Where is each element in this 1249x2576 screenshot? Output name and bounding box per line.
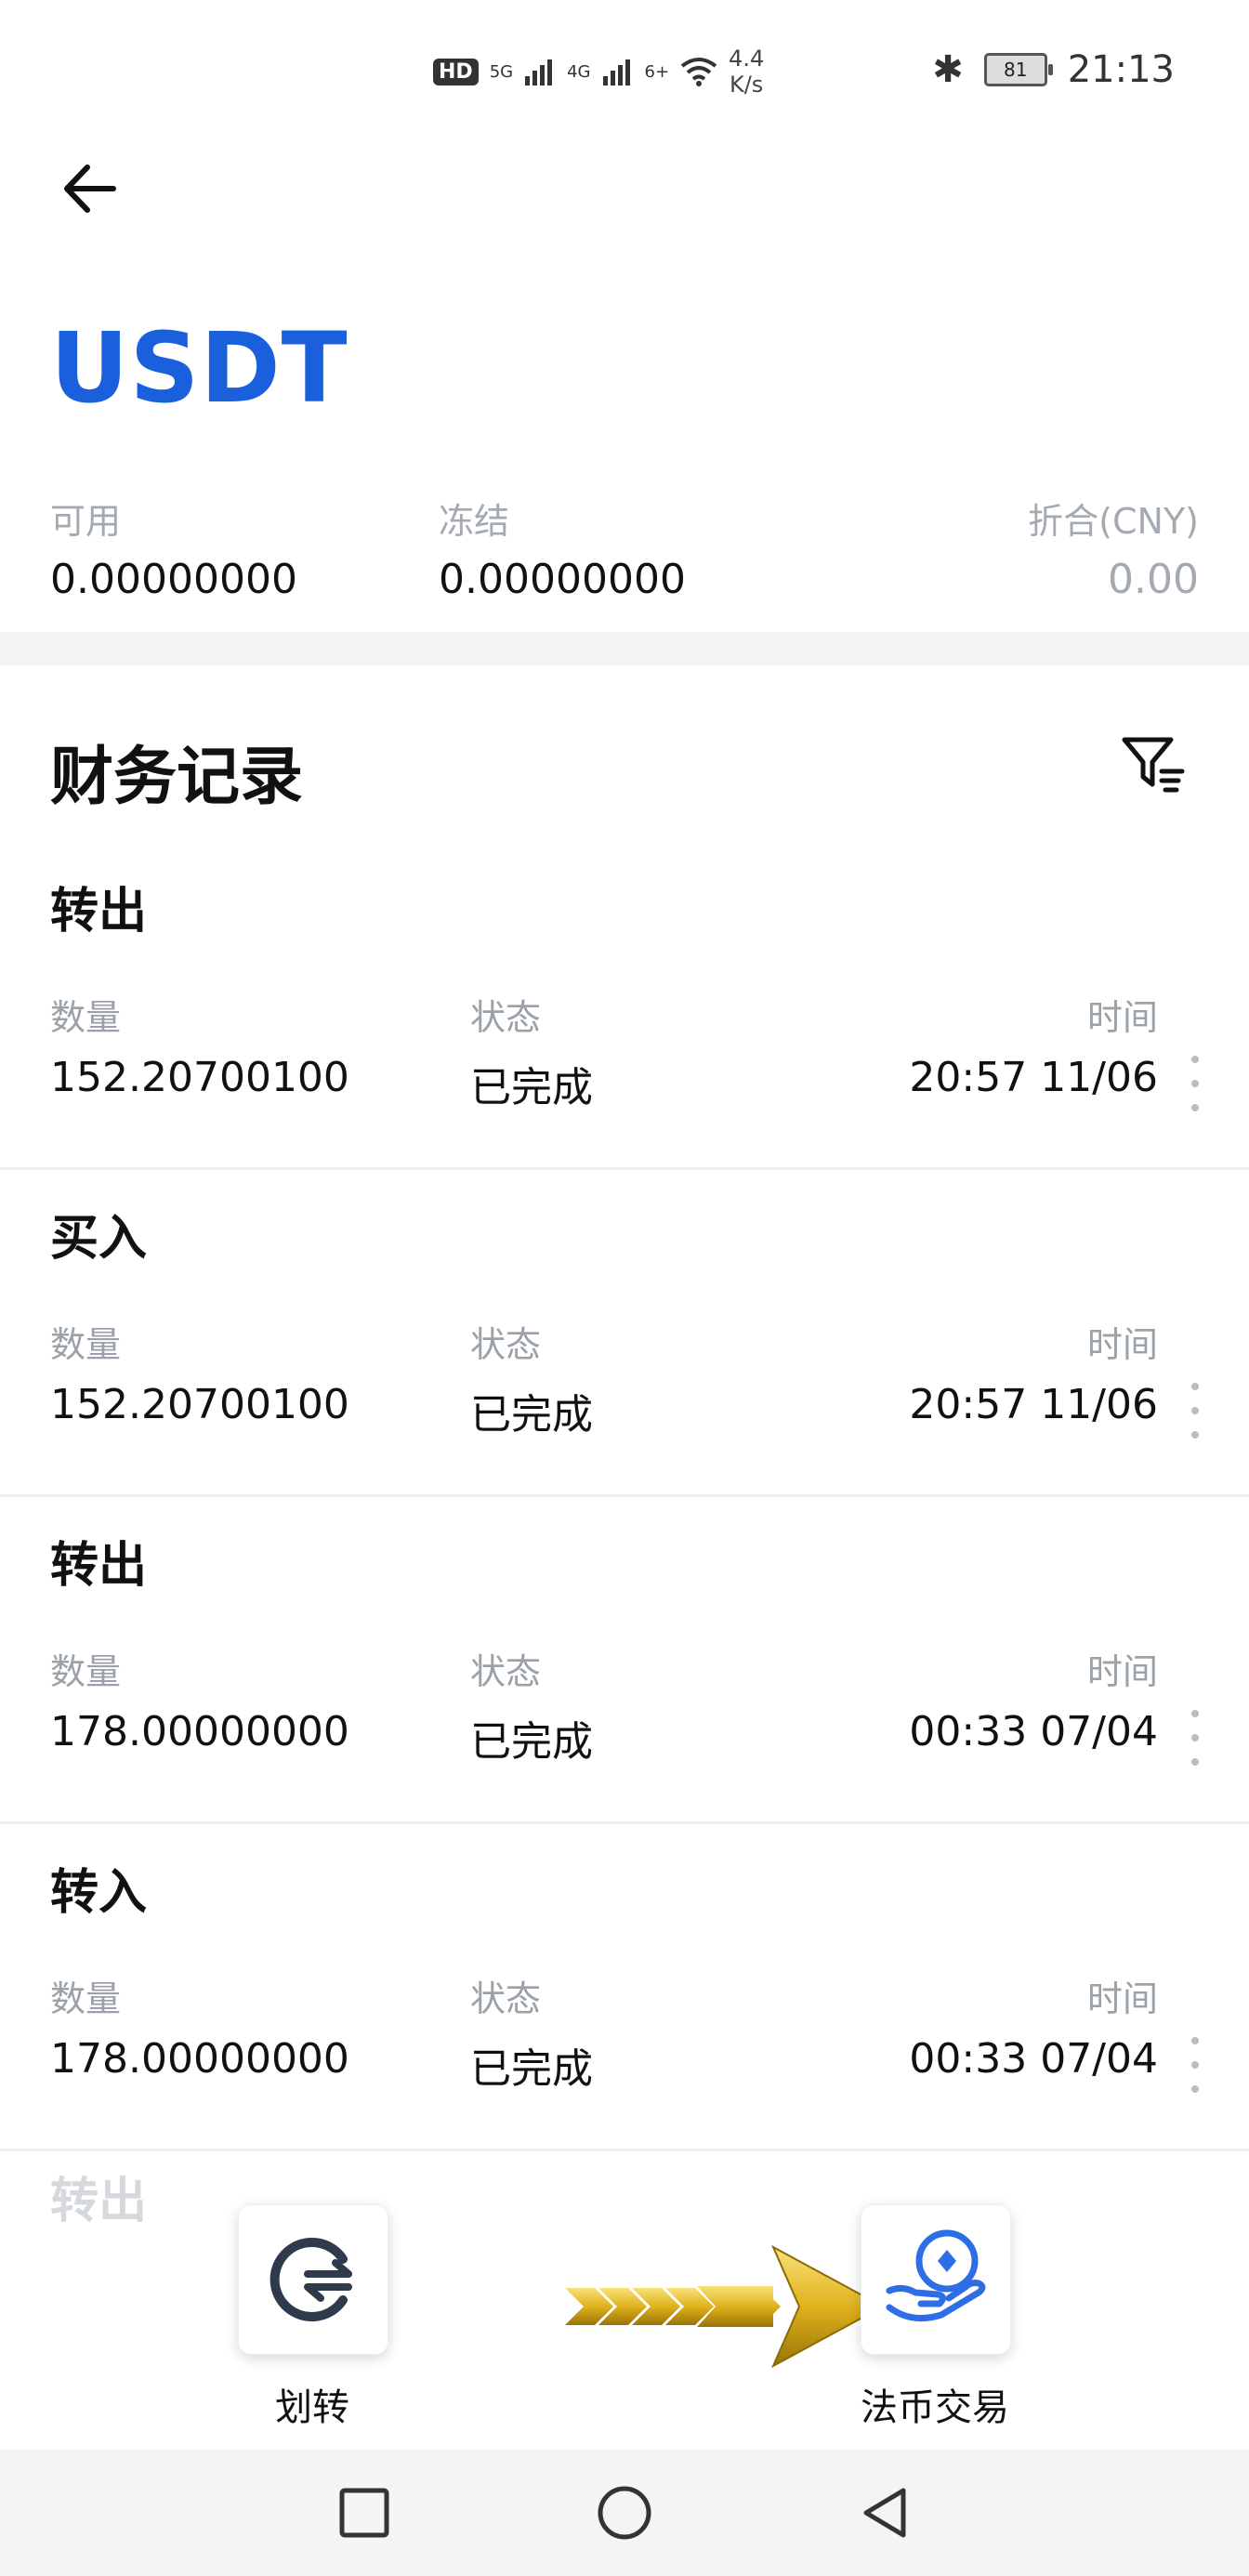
status-value: 已完成 [470, 1064, 593, 1111]
transfer-button[interactable] [238, 2204, 388, 2355]
record-type: 转入 [50, 1865, 148, 1921]
available-label: 可用 [50, 501, 122, 542]
speed-value: 4.4 [729, 46, 765, 72]
quantity-label: 数量 [50, 1324, 122, 1365]
time-label: 时间 [1086, 1324, 1158, 1365]
page-title: USDT [50, 311, 348, 425]
system-nav-bar [0, 2450, 1249, 2576]
quantity-label: 数量 [50, 997, 122, 1038]
status-value: 已完成 [470, 1391, 593, 1439]
time-value: 00:33 07/04 [909, 1708, 1158, 1755]
frozen-value: 0.00000000 [439, 556, 686, 603]
status-value: 已完成 [470, 1718, 593, 1766]
time-label: 时间 [1086, 1651, 1158, 1692]
status-label: 状态 [470, 997, 542, 1038]
back-icon[interactable] [857, 2485, 913, 2541]
converted-value: 0.00 [1108, 556, 1199, 603]
quantity-label: 数量 [50, 1978, 122, 2019]
status-label: 状态 [470, 1978, 542, 2019]
status-value: 已完成 [470, 2045, 593, 2093]
quantity-value: 178.00000000 [50, 1708, 349, 1755]
network-speed: 4.4 K/s [729, 46, 764, 98]
record-type: 转出 [50, 1538, 148, 1594]
quantity-label: 数量 [50, 1651, 122, 1692]
hd-badge: HD [433, 58, 479, 85]
speed-unit: K/s [729, 72, 764, 98]
signal-icon-2 [602, 59, 630, 85]
transfer-label[interactable]: 划转 [191, 2377, 433, 2431]
filter-icon[interactable] [1121, 730, 1186, 795]
status-right: ✱ 81 21:13 [932, 48, 1175, 91]
record-type: 转出 [50, 884, 148, 940]
available-value: 0.00000000 [50, 556, 297, 603]
fiat-trade-label[interactable]: 法币交易 [814, 2377, 1056, 2431]
status-bar: HD 5G 4G 6+ 4.4 K/s ✱ 81 21:13 [0, 0, 1249, 139]
wifi-label: 6+ [644, 61, 670, 82]
record-item[interactable]: 转出 数量 152.20700100 状态 已完成 时间 20:57 11/06 [0, 840, 1249, 1170]
battery-icon: 81 [983, 53, 1053, 86]
status-label: 状态 [470, 1324, 542, 1365]
back-arrow-icon[interactable] [56, 156, 130, 221]
sim1-label: 5G [489, 61, 514, 82]
quantity-value: 178.00000000 [50, 2035, 349, 2083]
time-label: 时间 [1086, 1978, 1158, 2019]
pointer-arrow-icon [565, 2244, 886, 2369]
signal-icon [525, 59, 553, 85]
sim2-label: 4G [567, 61, 591, 82]
section-divider [0, 632, 1249, 665]
status-label: 状态 [470, 1651, 542, 1692]
time-value: 20:57 11/06 [909, 1054, 1158, 1101]
bluetooth-icon: ✱ [932, 48, 964, 91]
more-options-icon[interactable] [1182, 1710, 1208, 1766]
time-value: 20:57 11/06 [909, 1381, 1158, 1428]
network-indicators: HD 5G 4G 6+ 4.4 K/s [433, 43, 764, 100]
records-title: 财务记录 [50, 741, 304, 814]
quantity-value: 152.20700100 [50, 1381, 349, 1428]
time-label: 时间 [1086, 997, 1158, 1038]
record-item[interactable]: 转出 数量 178.00000000 状态 已完成 时间 00:33 07/04 [0, 1494, 1249, 1824]
fiat-trade-button[interactable] [861, 2204, 1011, 2355]
home-icon[interactable] [597, 2485, 652, 2541]
transfer-icon [270, 2238, 352, 2321]
record-item[interactable]: 转入 数量 178.00000000 状态 已完成 时间 00:33 07/04 [0, 1821, 1249, 2151]
recent-apps-icon[interactable] [336, 2485, 392, 2541]
more-options-icon[interactable] [1182, 1383, 1208, 1439]
clock: 21:13 [1067, 48, 1175, 91]
wifi-icon [680, 58, 717, 86]
record-item[interactable]: 买入 数量 152.20700100 状态 已完成 时间 20:57 11/06 [0, 1167, 1249, 1497]
fiat-trade-icon [886, 2229, 986, 2322]
more-options-icon[interactable] [1182, 2037, 1208, 2093]
converted-label: 折合(CNY) [1028, 501, 1199, 542]
quantity-value: 152.20700100 [50, 1054, 349, 1101]
more-options-icon[interactable] [1182, 1056, 1208, 1111]
frozen-label: 冻结 [439, 501, 510, 542]
record-type-partial: 转出 [50, 2174, 148, 2229]
record-type: 买入 [50, 1211, 148, 1267]
time-value: 00:33 07/04 [909, 2035, 1158, 2083]
